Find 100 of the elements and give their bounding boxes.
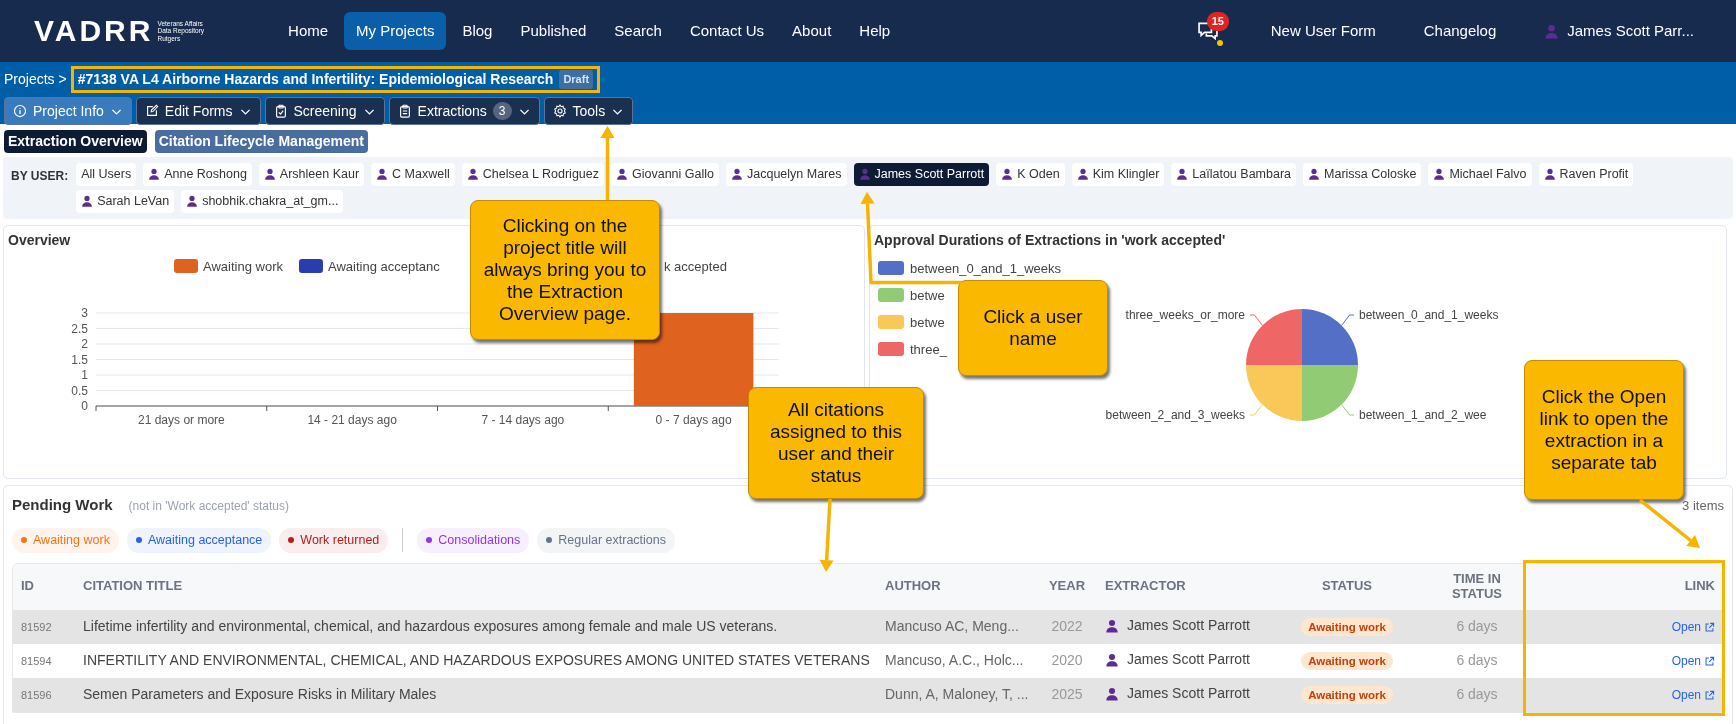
- annotation-callout: All citations assigned to this user and their status: [748, 387, 924, 499]
- legend-item[interactable]: three_: [878, 341, 947, 357]
- status-dot: [1216, 40, 1223, 46]
- nav-link[interactable]: Published: [508, 11, 599, 51]
- user-filter-chip[interactable]: shobhik.chakra_at_gm...: [181, 189, 344, 213]
- user-filter-chip[interactable]: Sarah LeVan: [76, 189, 175, 213]
- user-filter-chip[interactable]: Michael Falvo: [1428, 163, 1532, 186]
- user-icon: [466, 168, 479, 181]
- nav-link[interactable]: Home: [276, 11, 341, 51]
- user-icon: [1543, 168, 1556, 181]
- axis-category-label: 21 days or more: [138, 412, 225, 427]
- status-badge: Awaiting work: [1301, 686, 1393, 704]
- legend-item[interactable]: k accepted: [664, 258, 727, 274]
- user-icon: [81, 195, 94, 208]
- external-link-icon: [1704, 689, 1715, 701]
- user-icon: [731, 168, 743, 181]
- user-filter-chip[interactable]: Anne Roshong: [143, 163, 252, 186]
- filter-chip[interactable]: Regular extractions: [537, 528, 675, 553]
- project-title-link[interactable]: #7138 VA L4 Airborne Hazards and Infertility: Epidemiological Research: [77, 69, 554, 90]
- pie-slice: [1246, 308, 1302, 365]
- user-menu[interactable]: James Scott Parr...: [1532, 11, 1706, 51]
- user-filter-chip[interactable]: Giovanni Gallo: [611, 163, 719, 186]
- column-header: AUTHOR: [877, 563, 1037, 610]
- user-filter-chip[interactable]: Laïlatou Bambara: [1171, 163, 1297, 186]
- table-cell-text: James Scott Parrott: [1127, 650, 1250, 670]
- user-icon: [1105, 618, 1119, 633]
- axis-category-label: 7 - 14 days ago: [481, 412, 565, 427]
- axis-tick-label: 1: [81, 367, 88, 382]
- user-icon: [1076, 168, 1089, 181]
- user-icon: [1544, 23, 1560, 39]
- user-filter-chip[interactable]: K Oden: [996, 163, 1065, 186]
- view-tab[interactable]: Extraction Overview: [4, 130, 147, 153]
- toolbar-dropdown-button[interactable]: Extractions 3: [388, 97, 540, 125]
- slice-label: between_1_and_2_wee: [1359, 407, 1487, 422]
- table-cell: 2025: [1037, 677, 1097, 712]
- open-link[interactable]: Open: [1671, 686, 1715, 704]
- user-icon: [186, 195, 199, 208]
- user-icon: [263, 168, 276, 181]
- axis-tick-label: 1.5: [71, 352, 88, 366]
- legend-item[interactable]: betwe: [878, 287, 945, 303]
- table-cell-text: James Scott Parrott: [1127, 616, 1250, 636]
- table-cell: 81596: [13, 677, 75, 712]
- nav-link[interactable]: Blog: [450, 11, 505, 51]
- view-tab[interactable]: Citation Lifecycle Management: [154, 130, 368, 153]
- toolbar-dropdown-button[interactable]: Project Info: [4, 97, 132, 125]
- user-filter-chip[interactable]: All Users: [76, 163, 137, 186]
- item-count: 3 items: [1682, 496, 1724, 515]
- legend-item[interactable]: betwe: [878, 314, 945, 330]
- table-cell: 2022: [1037, 609, 1097, 644]
- external-link-icon: [1704, 655, 1715, 667]
- user-filter-chip[interactable]: C Maxwell: [371, 163, 455, 186]
- user-icon: [858, 168, 871, 181]
- nav-link[interactable]: Search: [602, 11, 674, 51]
- gear-icon: [552, 104, 567, 118]
- nav-link[interactable]: My Projects: [344, 11, 447, 51]
- slice-label: three_weeks_or_more: [1125, 307, 1245, 322]
- user-filter-chip[interactable]: James Scott Parrott: [853, 163, 990, 186]
- open-link[interactable]: Open: [1671, 618, 1715, 636]
- axis-tick-label: 0.5: [71, 383, 88, 397]
- external-link-icon: [1704, 621, 1715, 633]
- nav-link[interactable]: Help: [847, 11, 903, 51]
- user-filter-chip[interactable]: Kim Klingler: [1071, 163, 1165, 186]
- nav-link[interactable]: About: [780, 11, 844, 51]
- filter-chip[interactable]: Consolidations: [417, 528, 530, 553]
- toolbar-dropdown-button[interactable]: Screening: [264, 97, 385, 125]
- leader-line: [1249, 403, 1263, 415]
- legend-item[interactable]: Awaiting acceptanc: [298, 258, 440, 274]
- user-filter-chip[interactable]: Raven Profit: [1538, 163, 1634, 186]
- user-filter-chip[interactable]: Arshleen Kaur: [258, 163, 365, 186]
- column-header: TIME IN STATUS: [1427, 563, 1527, 610]
- count-badge: 3: [492, 102, 512, 120]
- info-icon: [13, 104, 27, 118]
- clipboard-icon: [397, 104, 412, 118]
- notification-badge: 15: [1206, 12, 1229, 31]
- toolbar-dropdown-button[interactable]: Tools: [543, 97, 634, 125]
- nav-link[interactable]: New User Form: [1258, 11, 1388, 51]
- nav-link[interactable]: Changelog: [1411, 11, 1509, 51]
- clipboard-check-icon: [273, 104, 288, 118]
- table-cell: 81592: [13, 609, 75, 644]
- section-title: Pending Work: [12, 494, 113, 515]
- legend-label: Awaiting work: [203, 258, 284, 274]
- legend-item[interactable]: Awaiting work: [174, 258, 283, 274]
- filter-chip[interactable]: Awaiting acceptance: [126, 528, 272, 553]
- axis-tick-label: 3: [81, 305, 88, 320]
- breadcrumb-link[interactable]: Projects: [4, 69, 55, 90]
- filter-label: BY USER:: [11, 168, 69, 185]
- pie-slice: [1302, 364, 1358, 421]
- user-filter-chip[interactable]: Marissa Coloske: [1303, 163, 1422, 186]
- column-header: LINK: [1527, 563, 1723, 610]
- filter-chip[interactable]: Work returned: [279, 528, 389, 553]
- legend-item[interactable]: between_0_and_1_weeks: [878, 260, 1062, 276]
- logo-text[interactable]: VADRR: [34, 16, 154, 46]
- column-header: EXTRACTOR: [1097, 563, 1267, 610]
- table-cell: Lifetime infertility and environmental, chemical, and hazardous exposures among female and male US veterans.: [75, 609, 877, 644]
- user-filter-chip[interactable]: Jacquelyn Mares: [726, 163, 847, 186]
- user-filter-chip[interactable]: Chelsea L Rodriguez: [461, 163, 604, 186]
- nav-link[interactable]: Contact Us: [677, 11, 777, 51]
- annotation-callout: Clicking on the project title will always bring you to the Extraction Overview page.: [470, 200, 660, 340]
- open-link[interactable]: Open: [1671, 652, 1715, 670]
- toolbar-dropdown-button[interactable]: Edit Forms: [135, 97, 261, 125]
